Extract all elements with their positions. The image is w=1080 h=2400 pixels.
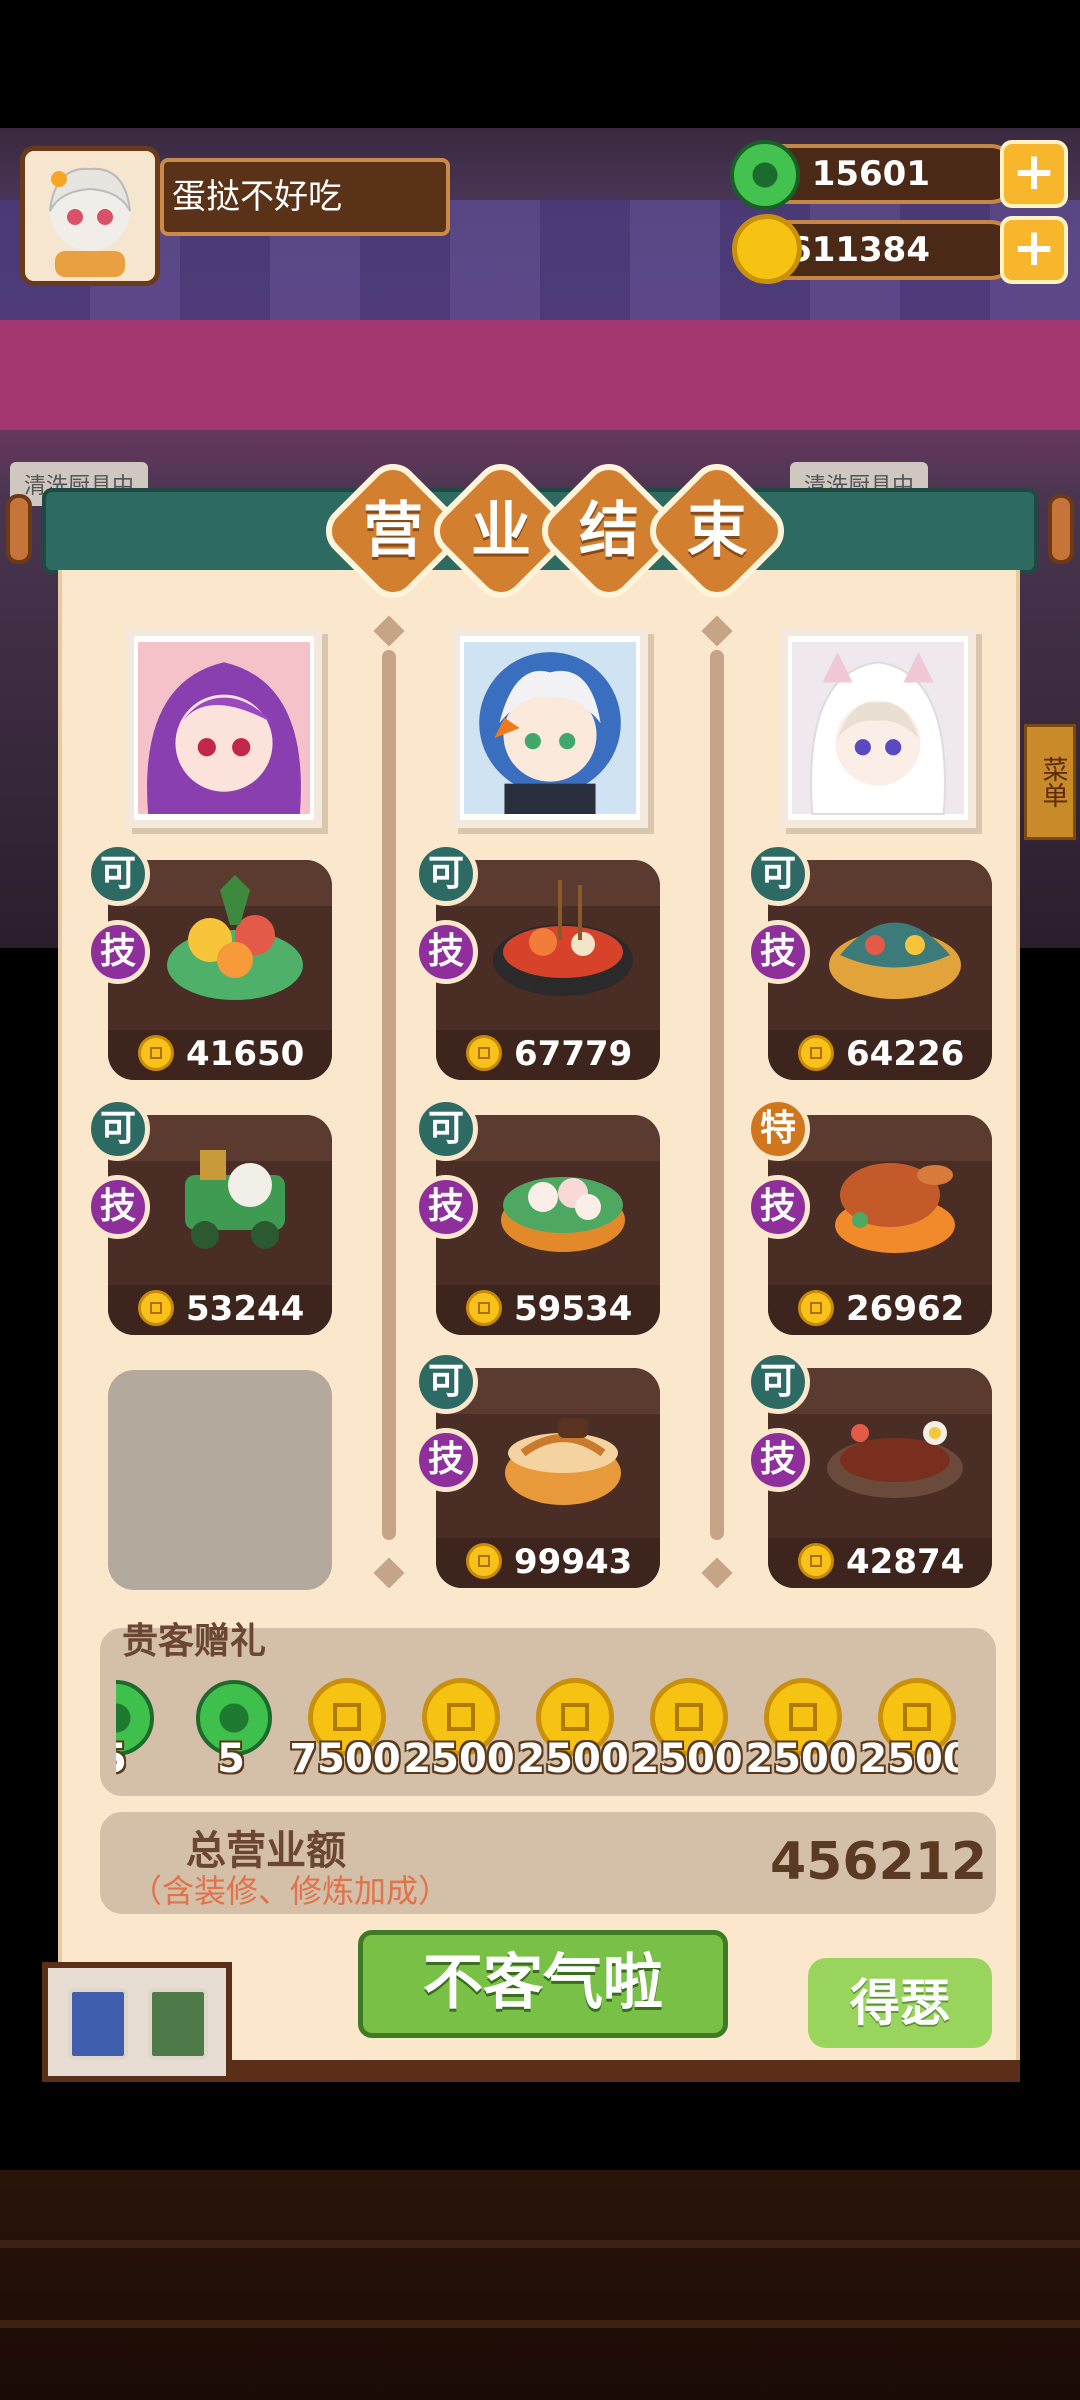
dish-fish-feast-icon (829, 922, 961, 999)
dish-price: 67779 (514, 1034, 633, 1074)
guest-portrait-1[interactable] (126, 628, 322, 828)
gift-amount: 2500 (859, 1736, 958, 1782)
dish-roast-chicken-icon (835, 1163, 955, 1253)
dish-cart-icon (185, 1150, 285, 1249)
dish-price: 41650 (186, 1034, 305, 1074)
gift-item: 5 (174, 1672, 288, 1782)
title-char: 结 (579, 496, 639, 566)
dish-steak-icon (827, 1421, 963, 1498)
scroll-knob-left (6, 494, 32, 564)
gift-item: 5 (116, 1672, 170, 1782)
skill-badge: 技 (746, 920, 810, 984)
jade-coin-icon (730, 140, 800, 210)
title-char: 营 (363, 496, 423, 566)
dish-noodle-bowl-icon (505, 1418, 621, 1505)
gift-amount: 2500 (631, 1736, 743, 1782)
gift-list[interactable]: 5 5 7500 2500 2500 2500 2500 2500 (116, 1672, 958, 1782)
jade-amount: 15601 (811, 154, 930, 194)
dish-price: 53244 (186, 1289, 305, 1329)
decor-icon[interactable] (148, 1988, 208, 2060)
dish-price: 59534 (514, 1289, 633, 1329)
dish-status-badge: 可 (86, 842, 150, 906)
gold-coin-icon (732, 214, 802, 284)
coin-icon (138, 1290, 174, 1326)
guest-portrait-3[interactable] (780, 628, 976, 828)
floor-background (0, 2170, 1080, 2400)
coin-icon (466, 1035, 502, 1071)
dish-status-badge: 可 (746, 1350, 810, 1414)
gift-amount: 5 (116, 1736, 170, 1782)
column-divider (382, 650, 396, 1540)
coin-icon (138, 1035, 174, 1071)
gift-item: 2500 (516, 1672, 630, 1782)
gift-amount: 2500 (745, 1736, 857, 1782)
dish-fruit-platter-icon (167, 875, 303, 1000)
dish-dumplings-icon (501, 1177, 625, 1252)
gift-item: 2500 (858, 1672, 958, 1782)
dish-status-badge: 特 (746, 1097, 810, 1161)
guest-portrait-2[interactable] (452, 628, 648, 828)
you-are-welcome-button[interactable]: 不客气啦 (358, 1930, 728, 2038)
gift-item: 2500 (630, 1672, 744, 1782)
add-gold-button[interactable]: + (1000, 216, 1068, 284)
empty-dish-slot (108, 1370, 332, 1590)
decor-icon[interactable] (68, 1988, 128, 2060)
dish-status-badge: 可 (414, 1097, 478, 1161)
player-name: 蛋挞不好吃 (160, 158, 450, 236)
skill-badge: 技 (414, 920, 478, 984)
dish-price: 99943 (514, 1542, 633, 1582)
add-jade-button[interactable]: + (1000, 140, 1068, 208)
dish-price: 42874 (846, 1542, 965, 1582)
dish-price: 26962 (846, 1289, 965, 1329)
skill-badge: 技 (86, 920, 150, 984)
title-char: 业 (471, 496, 531, 566)
shop-sign-backdrop (0, 320, 1080, 430)
gift-amount: 5 (217, 1736, 245, 1782)
skill-badge: 技 (746, 1428, 810, 1492)
dish-status-badge: 可 (746, 842, 810, 906)
coin-icon (798, 1290, 834, 1326)
coin-icon (466, 1543, 502, 1579)
gift-amount: 7500 (289, 1736, 401, 1782)
skill-badge: 技 (414, 1428, 478, 1492)
dish-status-badge: 可 (414, 842, 478, 906)
gift-amount: 2500 (403, 1736, 515, 1782)
gift-item: 2500 (744, 1672, 858, 1782)
title-char: 束 (687, 496, 747, 566)
menu-tag[interactable]: 菜单 (1024, 724, 1076, 840)
guest-gifts-title: 贵客赠礼 (122, 1621, 267, 1662)
scroll-knob-right (1048, 494, 1074, 564)
skill-badge: 技 (86, 1175, 150, 1239)
player-avatar[interactable] (20, 146, 160, 286)
dish-price: 64226 (846, 1034, 965, 1074)
total-revenue-note: （含装修、修炼加成） (130, 1872, 451, 1910)
dish-status-badge: 可 (86, 1097, 150, 1161)
total-revenue-value: 456212 (770, 1832, 988, 1892)
coin-icon (466, 1290, 502, 1326)
skill-badge: 技 (746, 1175, 810, 1239)
show-off-button[interactable]: 得瑟 (808, 1958, 992, 2048)
gift-amount: 2500 (517, 1736, 629, 1782)
side-widget[interactable] (42, 1962, 232, 2082)
column-divider (710, 650, 724, 1540)
gift-item: 7500 (288, 1672, 402, 1782)
dish-status-badge: 可 (414, 1350, 478, 1414)
gift-item: 2500 (402, 1672, 516, 1782)
coin-icon (798, 1035, 834, 1071)
dish-hotpot-icon (493, 880, 633, 996)
coin-icon (798, 1543, 834, 1579)
skill-badge: 技 (414, 1175, 478, 1239)
